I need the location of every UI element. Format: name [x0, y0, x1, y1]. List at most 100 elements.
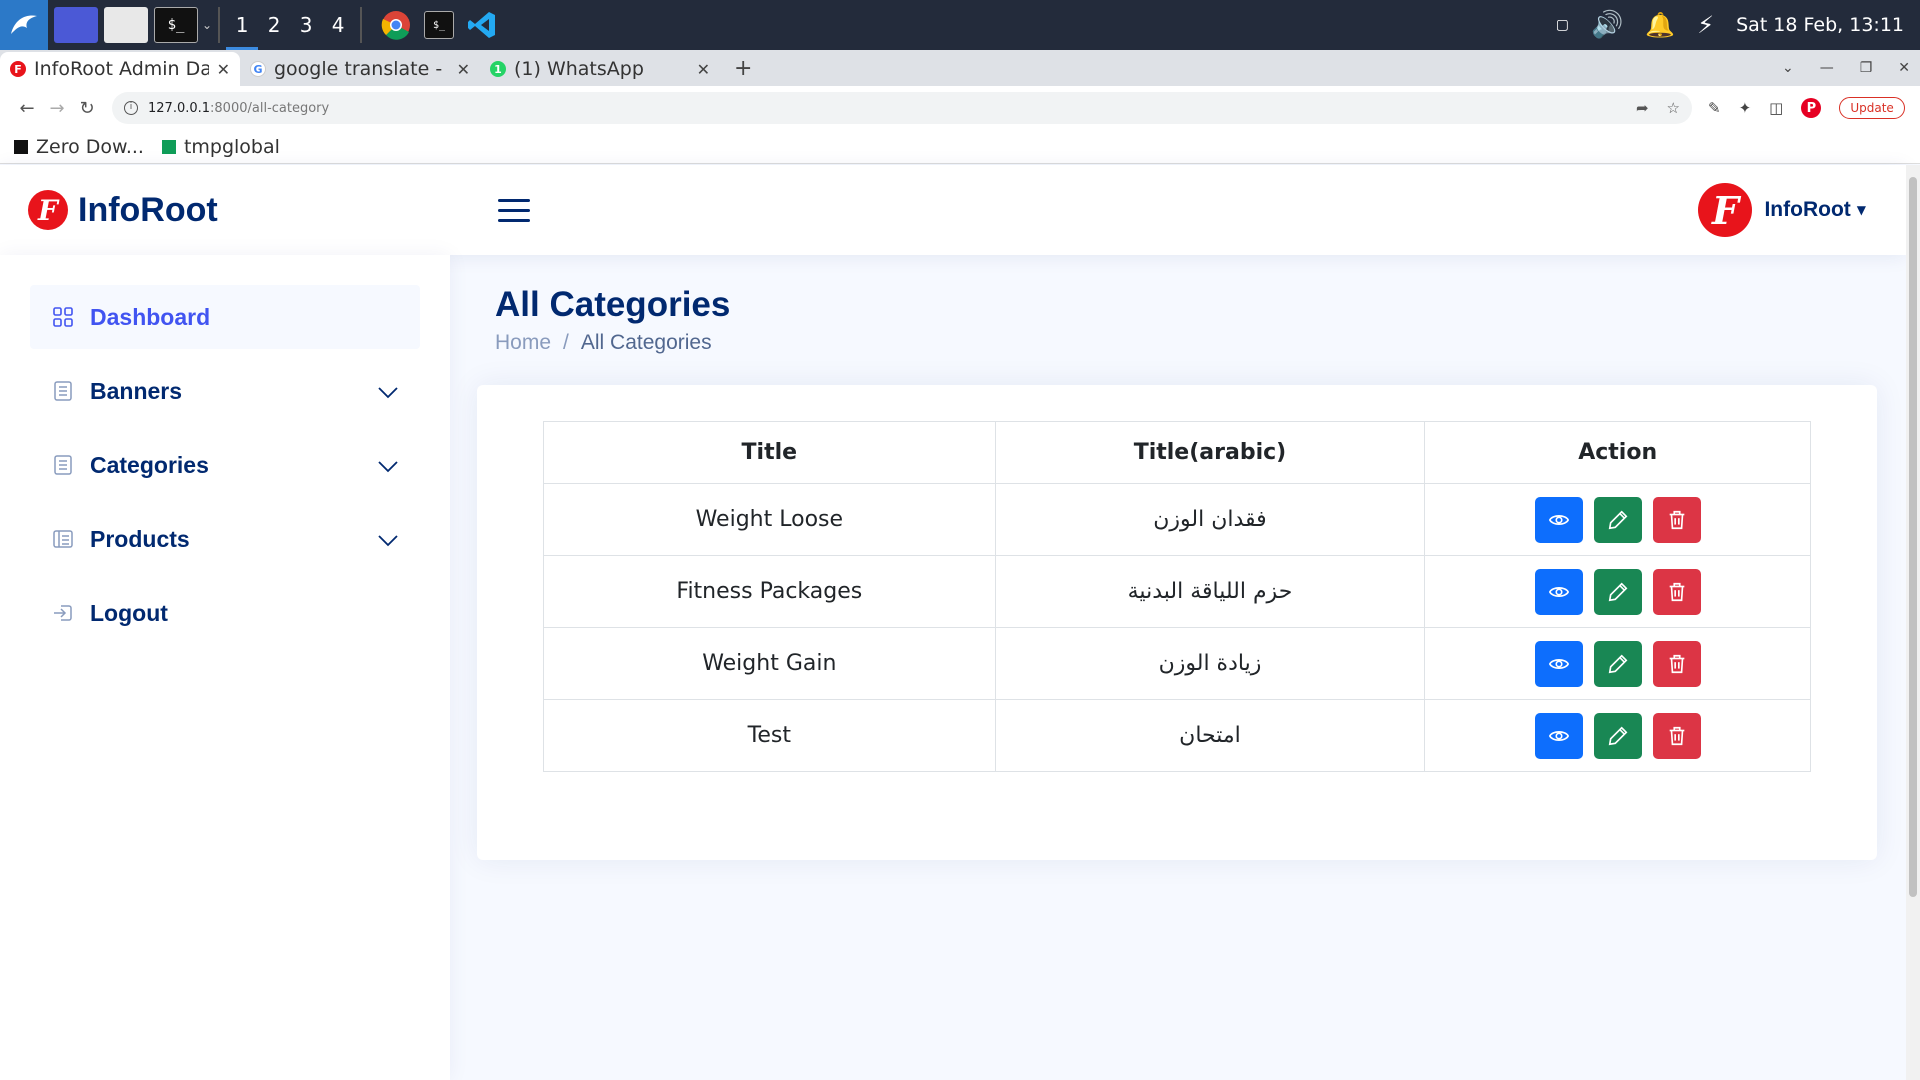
bookmark-zero-download[interactable]: Zero Dow... — [14, 136, 144, 158]
scrollbar-thumb[interactable] — [1909, 177, 1917, 897]
delete-button[interactable] — [1652, 640, 1701, 687]
tab-inforoot[interactable]: F InfoRoot Admin Da ✕ — [0, 52, 240, 86]
tab-google-translate[interactable]: G google translate - ✕ — [240, 52, 480, 86]
workspace-1[interactable]: 1 — [226, 0, 259, 50]
close-icon[interactable]: ✕ — [217, 60, 230, 79]
edit-button[interactable] — [1593, 712, 1642, 759]
delete-button[interactable] — [1652, 568, 1701, 615]
update-button[interactable]: Update — [1839, 97, 1905, 119]
breadcrumb-home[interactable]: Home — [495, 331, 551, 355]
sidebar-item-banners[interactable]: Banners — [30, 359, 420, 423]
chrome-icon[interactable] — [374, 7, 418, 43]
workspace-3[interactable]: 3 — [290, 0, 322, 50]
workspace-2[interactable]: 2 — [258, 0, 290, 50]
sidebar-item-categories[interactable]: Categories — [30, 433, 420, 497]
categories-table: Title Title(arabic) Action Weight Loose … — [543, 421, 1811, 772]
desktop-icon[interactable] — [54, 7, 98, 43]
avatar: F — [1698, 183, 1753, 237]
divider — [218, 7, 221, 43]
forward-arrow-icon[interactable]: → — [42, 98, 72, 119]
new-tab-button[interactable]: + — [734, 52, 752, 86]
logo-badge-icon: F — [28, 190, 68, 230]
view-button[interactable] — [1534, 712, 1583, 759]
file-manager-icon[interactable] — [104, 7, 148, 43]
view-button[interactable] — [1534, 568, 1583, 615]
view-button[interactable] — [1534, 640, 1583, 687]
categories-card: Title Title(arabic) Action Weight Loose … — [477, 385, 1877, 860]
chevron-down-icon[interactable] — [378, 526, 398, 553]
puzzle-icon[interactable]: ✦ — [1739, 99, 1752, 117]
back-arrow-icon[interactable]: ← — [12, 98, 42, 119]
cell-title-arabic: فقدان الوزن — [994, 483, 1426, 556]
column-header-title-arabic: Title(arabic) — [994, 421, 1426, 484]
window-controls: ⌄ — ❐ ✕ — [1782, 50, 1910, 86]
extension-eyedropper-icon[interactable]: ✎ — [1708, 99, 1721, 117]
edit-button[interactable] — [1593, 640, 1642, 687]
chevron-down-icon[interactable]: ⌄ — [1782, 60, 1794, 76]
clock[interactable]: Sat 18 Feb, 13:11 — [1736, 14, 1904, 36]
profile-name: InfoRoot — [1764, 198, 1851, 221]
volume-icon[interactable]: 🔊 — [1591, 10, 1623, 40]
grid-icon — [52, 306, 74, 328]
share-icon[interactable]: ➦ — [1636, 99, 1649, 117]
breadcrumb-separator: / — [563, 331, 569, 354]
close-icon[interactable]: ✕ — [457, 60, 470, 79]
edit-button[interactable] — [1593, 568, 1642, 615]
breadcrumb-current: All Categories — [580, 331, 712, 354]
sidebar-item-label: Dashboard — [90, 303, 211, 330]
close-icon[interactable]: ✕ — [697, 60, 710, 79]
chevron-down-icon[interactable] — [378, 378, 398, 405]
cell-title-arabic: حزم اللياقة البدنية — [994, 555, 1426, 628]
delete-button[interactable] — [1652, 496, 1701, 543]
web-page: F InfoRoot F InfoRoot ▼ Dashboard Banner… — [0, 165, 1906, 1080]
cell-actions — [1424, 483, 1811, 556]
info-icon[interactable]: i — [124, 101, 138, 115]
workspace-4[interactable]: 4 — [322, 0, 354, 50]
trash-icon — [1669, 654, 1684, 673]
tab-whatsapp[interactable]: 1 (1) WhatsApp ✕ — [480, 52, 720, 86]
sidebar-item-logout[interactable]: Logout — [30, 581, 420, 645]
column-header-title: Title — [543, 421, 996, 484]
profile-dropdown[interactable]: F InfoRoot ▼ — [1698, 183, 1866, 237]
terminal-icon[interactable]: $_ — [154, 7, 198, 43]
star-icon[interactable]: ☆ — [1667, 99, 1680, 117]
sidebar-item-dashboard[interactable]: Dashboard — [30, 285, 420, 349]
pinterest-icon[interactable]: P — [1801, 98, 1822, 118]
view-button[interactable] — [1534, 496, 1583, 543]
sidebar-item-products[interactable]: Products — [30, 507, 420, 571]
brand-logo[interactable]: F InfoRoot — [28, 190, 448, 230]
table-header-row: Title Title(arabic) Action — [543, 421, 1811, 484]
sidebar-item-label: Products — [90, 525, 190, 552]
reload-icon[interactable]: ↻ — [72, 98, 102, 119]
hamburger-menu-icon[interactable] — [498, 198, 530, 222]
divider — [360, 7, 363, 43]
sidepanel-icon[interactable]: ◫ — [1769, 99, 1783, 117]
cell-title-arabic: زيادة الوزن — [994, 627, 1426, 700]
close-icon[interactable]: ✕ — [1898, 60, 1910, 76]
chevron-down-icon[interactable]: ⌄ — [202, 18, 212, 32]
edit-button[interactable] — [1593, 496, 1642, 543]
minimize-icon[interactable]: — — [1820, 60, 1834, 76]
bookmark-label: Zero Dow... — [36, 135, 144, 158]
window-icon[interactable]: ▢ — [1556, 17, 1569, 33]
vscode-icon[interactable] — [460, 7, 504, 43]
sidebar-item-label: Logout — [90, 599, 168, 626]
system-tray: ▢ 🔊 🔔 ⚡ Sat 18 Feb, 13:11 — [1556, 0, 1904, 50]
battery-icon[interactable]: ⚡ — [1697, 11, 1714, 39]
page-scrollbar[interactable] — [1906, 165, 1920, 1080]
bookmark-favicon-icon — [161, 139, 176, 154]
breadcrumb: Home / All Categories — [495, 331, 712, 355]
browser-toolbar: ← → ↻ i 127.0.0.1:8000/all-category ➦ ☆ … — [0, 86, 1920, 130]
delete-button[interactable] — [1652, 712, 1701, 759]
trash-icon — [1669, 582, 1684, 601]
trash-icon — [1669, 726, 1684, 745]
table-row: Test امتحان — [543, 699, 1811, 772]
pencil-icon — [1608, 510, 1628, 529]
bookmark-tmpglobal[interactable]: tmpglobal — [161, 136, 280, 158]
bell-icon[interactable]: 🔔 — [1645, 11, 1675, 39]
kali-menu-icon[interactable] — [0, 0, 48, 50]
chevron-down-icon[interactable] — [378, 452, 398, 479]
restore-icon[interactable]: ❐ — [1860, 60, 1873, 76]
terminal-icon[interactable]: $_ — [424, 11, 455, 39]
address-bar[interactable]: i 127.0.0.1:8000/all-category ➦ ☆ — [112, 92, 1692, 124]
